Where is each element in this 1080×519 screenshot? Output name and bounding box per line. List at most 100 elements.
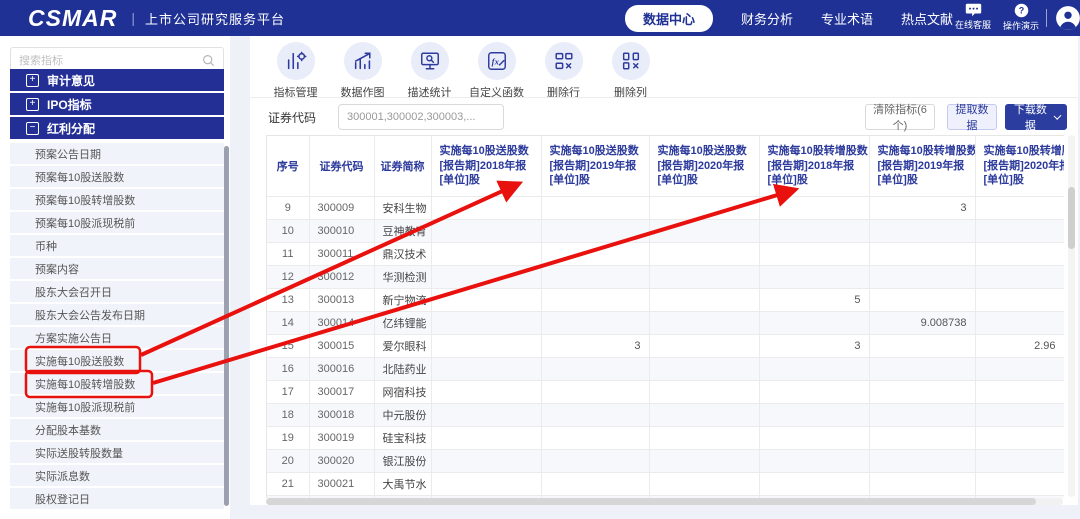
logo-divider: |: [131, 10, 135, 26]
toolbar-tool-chart-gear[interactable]: 指标管理: [268, 42, 323, 100]
table-horizontal-scrollbar[interactable]: [266, 498, 1063, 505]
expand-icon[interactable]: +: [26, 74, 39, 87]
cell: [869, 404, 975, 427]
table-header-row: 序号证券代码证券简称实施每10股送股数[报告期]2018年报[单位]股实施每10…: [267, 136, 1064, 197]
column-unit: [单位]股: [984, 173, 1056, 188]
sidebar-section-0[interactable]: + 审计意见: [10, 69, 224, 91]
download-data-button[interactable]: 下载数据: [1005, 104, 1067, 130]
cell: 10: [267, 220, 309, 243]
cell: 3: [541, 335, 649, 358]
toolbar-tool-monitor-search[interactable]: 描述统计: [402, 42, 457, 100]
sidebar-section-2[interactable]: −红利分配: [10, 117, 224, 139]
cell: [431, 266, 541, 289]
cell: [541, 404, 649, 427]
column-header: 实施每10股转增股数[报告期]2018年报[单位]股: [759, 136, 869, 197]
cell: [975, 450, 1064, 473]
nav-terminology[interactable]: 专业术语: [821, 9, 873, 28]
sidebar-item[interactable]: 实施每10股送股数: [10, 350, 224, 371]
cell: [431, 381, 541, 404]
cell: [649, 381, 759, 404]
extract-data-button[interactable]: 提取数据: [947, 104, 997, 130]
nav-financial-analysis[interactable]: 财务分析: [741, 9, 793, 28]
sidebar-item[interactable]: 实际送股转股数量: [10, 442, 224, 463]
horizontal-scroll-thumb[interactable]: [266, 498, 1036, 505]
cell: [649, 450, 759, 473]
cell: 19: [267, 427, 309, 450]
cell: 18: [267, 404, 309, 427]
expand-icon[interactable]: +: [26, 98, 39, 111]
cell: 300016: [309, 358, 374, 381]
online-service-link[interactable]: 在线客服: [955, 3, 991, 31]
cell: [541, 427, 649, 450]
sidebar-item[interactable]: 股东大会公告发布日期: [10, 304, 224, 325]
download-label: 下载数据: [1012, 101, 1049, 133]
table-row: 14300014亿纬锂能9.008738: [267, 312, 1064, 335]
cell: [869, 450, 975, 473]
toolbar-tool-chart-up[interactable]: 数据作图: [335, 42, 390, 100]
cell: [541, 381, 649, 404]
sidebar-item[interactable]: 预案每10股转增股数: [10, 189, 224, 210]
sidebar-item[interactable]: 预案公告日期: [10, 143, 224, 164]
cell: [649, 358, 759, 381]
vertical-scroll-thumb[interactable]: [1068, 187, 1075, 249]
sidebar-section-1[interactable]: +IPO指标: [10, 93, 224, 115]
fx-icon: fx: [478, 42, 516, 80]
column-period: [报告期]2020年报: [984, 159, 1056, 174]
cell: 300012: [309, 266, 374, 289]
cell: [869, 266, 975, 289]
chart-up-icon: [344, 42, 382, 80]
sidebar-item[interactable]: 股东大会召开日: [10, 281, 224, 302]
table-vertical-scrollbar[interactable]: [1068, 135, 1075, 497]
cell: 新宁物流: [374, 289, 431, 312]
cell: 网宿科技: [374, 381, 431, 404]
cell: 15: [267, 335, 309, 358]
cell: [431, 404, 541, 427]
security-code-input[interactable]: [338, 104, 504, 130]
toolbar-tool-delete-col[interactable]: 删除列: [603, 42, 658, 100]
column-unit: [单位]股: [658, 173, 751, 188]
sidebar-section-label: 红利分配: [47, 120, 95, 137]
sidebar-section-label: 审计意见: [47, 72, 95, 89]
cell: 12: [267, 266, 309, 289]
cell: [541, 266, 649, 289]
cell: [431, 450, 541, 473]
clear-indicators-button[interactable]: 清除指标(6个): [865, 104, 935, 130]
sidebar-item[interactable]: 实施每10股转增股数: [10, 373, 224, 394]
toolbar-tool-fx[interactable]: fx自定义函数: [469, 42, 524, 100]
cell: [431, 197, 541, 220]
sidebar-item[interactable]: 预案每10股送股数: [10, 166, 224, 187]
nav-data-center[interactable]: 数据中心: [625, 5, 713, 32]
cell: [649, 427, 759, 450]
cell: [759, 358, 869, 381]
cell: [431, 220, 541, 243]
cell: [431, 473, 541, 496]
user-avatar[interactable]: [1055, 5, 1080, 31]
sidebar-item[interactable]: 币种: [10, 235, 224, 256]
cell: 亿纬锂能: [374, 312, 431, 335]
cell: [649, 312, 759, 335]
sidebar-item[interactable]: 实际派息数: [10, 465, 224, 486]
cell: 5: [759, 289, 869, 312]
cell: [869, 243, 975, 266]
search-input[interactable]: [11, 55, 202, 67]
chat-icon: [965, 3, 982, 17]
sidebar-scrollbar[interactable]: [224, 146, 229, 506]
toolbar-tool-delete-row[interactable]: 删除行: [536, 42, 591, 100]
cell: [541, 289, 649, 312]
cell: 300011: [309, 243, 374, 266]
sidebar-item[interactable]: 股权登记日: [10, 488, 224, 509]
sidebar-item[interactable]: 实施每10股派现税前: [10, 396, 224, 417]
sidebar-item[interactable]: 方案实施公告日: [10, 327, 224, 348]
sidebar-item[interactable]: 预案每10股派现税前: [10, 212, 224, 233]
table-row: 9300009安科生物3: [267, 197, 1064, 220]
table-row: 10300010豆神教育: [267, 220, 1064, 243]
demo-link[interactable]: ? 操作演示: [1003, 3, 1039, 32]
sidebar-item[interactable]: 预案内容: [10, 258, 224, 279]
nav-hot-literature[interactable]: 热点文献: [901, 9, 953, 28]
collapse-icon[interactable]: −: [26, 122, 39, 135]
cell: 300017: [309, 381, 374, 404]
cell: 9: [267, 197, 309, 220]
sidebar-item[interactable]: 分配股本基数: [10, 419, 224, 440]
cell: 3: [759, 335, 869, 358]
column-period: [报告期]2019年报: [878, 159, 967, 174]
